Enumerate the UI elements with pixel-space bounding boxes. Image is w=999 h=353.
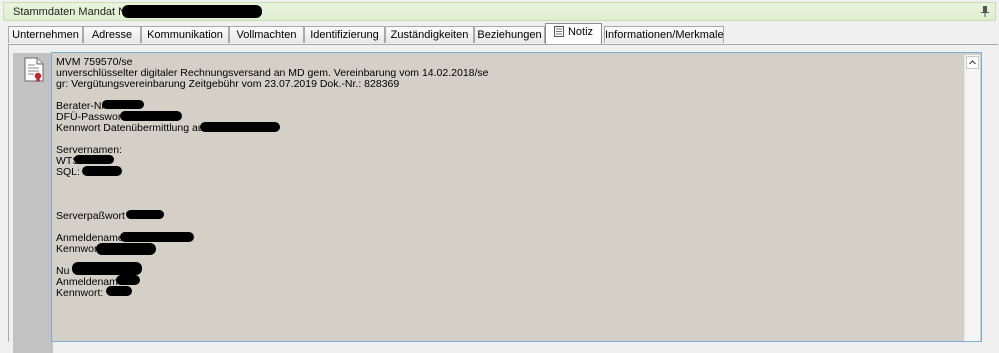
tab-informationen-merkmale[interactable]: Informationen/Merkmale (604, 26, 724, 43)
tab-adresse[interactable]: Adresse (83, 26, 141, 43)
note-line: Serverpaßwort (56, 210, 125, 222)
note-tab-icon (553, 26, 564, 37)
tab-zustaendigkeiten[interactable]: Zuständigkeiten (385, 26, 474, 43)
icon-gutter (13, 53, 53, 353)
note-line: Kennwort: (56, 287, 104, 299)
vertical-scrollbar[interactable] (964, 55, 980, 341)
note-document-icon (24, 57, 44, 82)
redaction (96, 243, 156, 255)
tab-unternehmen[interactable]: Unternehmen (8, 26, 83, 43)
redaction (102, 100, 144, 109)
redaction (116, 275, 140, 285)
note-line: Kennwort Datenübermittlung aus (56, 122, 209, 134)
redaction (120, 111, 182, 121)
scroll-up-button[interactable] (966, 56, 979, 69)
tab-notiz[interactable]: Notiz (545, 23, 602, 44)
redaction (122, 5, 262, 18)
redaction (200, 122, 280, 132)
window-title: Stammdaten Mandat Nr. (13, 6, 133, 18)
title-bar: Stammdaten Mandat Nr. (3, 2, 996, 21)
tab-identifizierung[interactable]: Identifizierung (304, 26, 385, 43)
pin-icon[interactable] (981, 6, 989, 17)
note-line: SQL: (56, 166, 80, 178)
tab-beziehungen[interactable]: Beziehungen (474, 26, 545, 43)
note-line: gr: Vergütungsvereinbarung Zeitgebühr vo… (56, 78, 400, 90)
scroll-up-icon (969, 60, 976, 65)
tab-kommunikation[interactable]: Kommunikation (141, 26, 229, 43)
redaction (82, 166, 122, 176)
redaction (74, 155, 114, 164)
note-line: Kennwort (56, 243, 101, 255)
redaction (126, 210, 164, 219)
redaction (72, 262, 142, 275)
redaction (106, 286, 132, 296)
tab-vollmachten[interactable]: Vollmachten (229, 26, 304, 43)
redaction (120, 232, 194, 242)
note-textarea[interactable]: MVM 759570/se unverschlüsselter digitale… (51, 52, 982, 342)
